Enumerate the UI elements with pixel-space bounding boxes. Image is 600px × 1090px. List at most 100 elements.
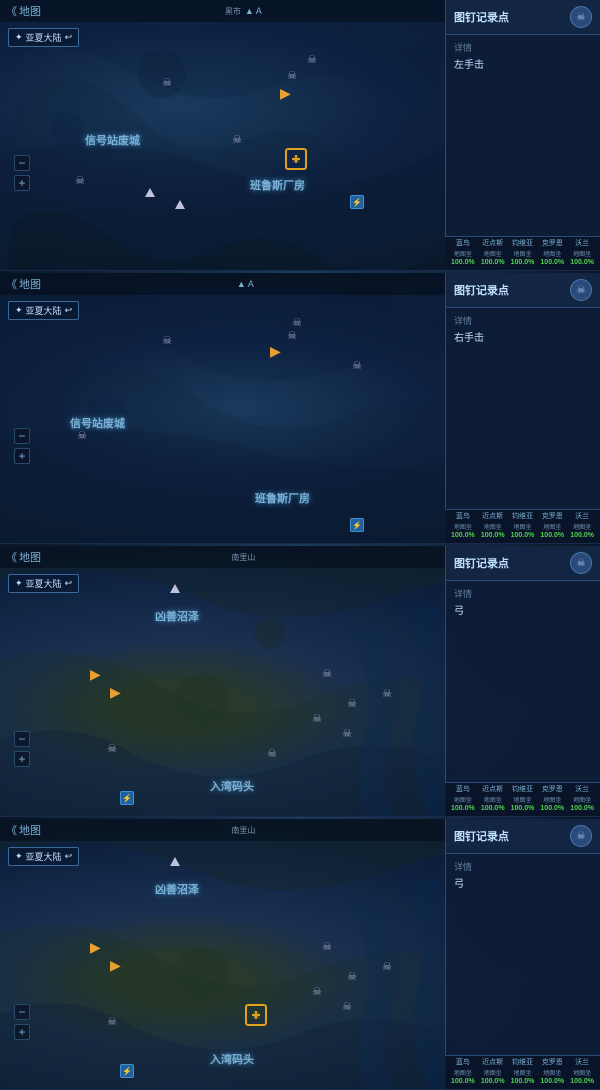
stat-sub: 地图坐 bbox=[568, 1068, 596, 1077]
stat-col: 地图坐 bbox=[538, 795, 566, 804]
stat-col: 100.0% bbox=[509, 1078, 537, 1085]
stats-names-row: 蓝鸟近点斯钧维亚克罗恩沃兰 bbox=[449, 1059, 596, 1067]
zoom-minus[interactable]: − bbox=[14, 731, 30, 747]
stat-name: 沃兰 bbox=[568, 240, 596, 248]
stat-col: 克罗恩 bbox=[538, 786, 566, 794]
region-label: 南里山 bbox=[231, 552, 255, 563]
brand-icon: ✦ bbox=[15, 578, 23, 589]
stat-col: 100.0% bbox=[538, 259, 566, 266]
stat-name: 克罗恩 bbox=[538, 1059, 566, 1067]
stat-sub: 地图坐 bbox=[479, 522, 507, 531]
brand-action[interactable]: ↩ bbox=[65, 32, 73, 43]
stat-val: 100.0% bbox=[568, 805, 596, 812]
stat-val: 100.0% bbox=[479, 1078, 507, 1085]
stat-col: 地图坐 bbox=[449, 249, 477, 258]
stat-name: 蓝鸟 bbox=[449, 240, 477, 248]
zoom-minus[interactable]: − bbox=[14, 428, 30, 444]
stat-col: 近点斯 bbox=[479, 786, 507, 794]
stat-sub: 地图坐 bbox=[479, 1068, 507, 1077]
brand-area: ✦ 亚夏大陆 ↩ bbox=[8, 847, 79, 866]
stat-col: 沃兰 bbox=[568, 240, 596, 248]
avatar-symbol: ☠ bbox=[577, 12, 586, 23]
stats-vals-row: 100.0%100.0%100.0%100.0%100.0% bbox=[449, 259, 596, 266]
stat-col: 100.0% bbox=[449, 532, 477, 539]
stat-sub: 地图坐 bbox=[538, 249, 566, 258]
map-panel-4: ☠☠☠☠☠☠☠▶▶−+⚡ 《 地图 南里山 🔧 当前坐标(-221.9,304.… bbox=[0, 819, 600, 1090]
stat-col: 蓝鸟 bbox=[449, 786, 477, 794]
stat-val: 100.0% bbox=[509, 532, 537, 539]
stat-col: 地图坐 bbox=[538, 249, 566, 258]
info-detail-value: 弓 bbox=[454, 602, 592, 617]
back-button[interactable]: 《 地图 bbox=[6, 3, 41, 19]
stats-bar: 蓝鸟近点斯钧维亚克罗恩沃兰 地图坐地图坐地图坐地图坐地图坐 100.0%100.… bbox=[445, 1055, 600, 1089]
back-icon: 《 bbox=[6, 3, 17, 19]
area-label: 入湾码头 bbox=[210, 1051, 254, 1067]
stat-val: 100.0% bbox=[449, 532, 477, 539]
stat-val: 100.0% bbox=[568, 532, 596, 539]
stat-col: 地图坐 bbox=[479, 522, 507, 531]
stat-sub: 地图坐 bbox=[479, 249, 507, 258]
info-panel-title: 图钉记录点 bbox=[454, 9, 509, 25]
map-title: 地图 bbox=[19, 3, 41, 19]
info-detail-label: 详情 bbox=[454, 314, 592, 327]
stat-val: 100.0% bbox=[538, 805, 566, 812]
stat-col: 地图坐 bbox=[568, 795, 596, 804]
avatar-symbol: ☠ bbox=[577, 831, 586, 842]
stat-col: 钧维亚 bbox=[509, 786, 537, 794]
stat-col: 100.0% bbox=[479, 532, 507, 539]
stat-col: 100.0% bbox=[449, 259, 477, 266]
stat-col: 钧维亚 bbox=[509, 240, 537, 248]
zoom-plus[interactable]: + bbox=[14, 175, 30, 191]
brand-icon: ✦ bbox=[15, 305, 23, 316]
info-body: 详情 弓 bbox=[446, 854, 600, 1064]
stat-name: 沃兰 bbox=[568, 513, 596, 521]
zoom-plus[interactable]: + bbox=[14, 1024, 30, 1040]
back-button[interactable]: 《 地图 bbox=[6, 276, 41, 292]
brand-action[interactable]: ↩ bbox=[65, 305, 73, 316]
stat-val: 100.0% bbox=[479, 805, 507, 812]
stat-sub: 地图坐 bbox=[568, 522, 596, 531]
stat-name: 蓝鸟 bbox=[449, 513, 477, 521]
stat-col: 沃兰 bbox=[568, 1059, 596, 1067]
stat-col: 地图坐 bbox=[479, 1068, 507, 1077]
stat-name: 钧维亚 bbox=[509, 513, 537, 521]
stat-name: 钧维亚 bbox=[509, 786, 537, 794]
stat-col: 地图坐 bbox=[479, 795, 507, 804]
stat-name: 克罗恩 bbox=[538, 786, 566, 794]
zoom-minus[interactable]: − bbox=[14, 155, 30, 171]
brand-action[interactable]: ↩ bbox=[65, 578, 73, 589]
back-button[interactable]: 《 地图 bbox=[6, 822, 41, 838]
map-panel-3: ☠☠☠☠☠☠☠▶▶−+⚡ 《 地图 南里山 🔧 当前坐标(-221.9,304.… bbox=[0, 546, 600, 817]
zoom-minus[interactable]: − bbox=[14, 1004, 30, 1020]
stat-col: 100.0% bbox=[449, 805, 477, 812]
back-button[interactable]: 《 地图 bbox=[6, 549, 41, 565]
info-detail-value: 左手击 bbox=[454, 56, 592, 71]
brand-logo: ✦ 亚夏大陆 ↩ bbox=[8, 847, 79, 866]
info-body: 详情 左手击 bbox=[446, 35, 600, 245]
stat-col: 沃兰 bbox=[568, 513, 596, 521]
stat-sub: 地图坐 bbox=[568, 249, 596, 258]
area-label: 凶善沼泽 bbox=[155, 881, 199, 897]
stat-sub: 地图坐 bbox=[509, 249, 537, 258]
stat-name: 近点斯 bbox=[479, 513, 507, 521]
stat-sub: 地图坐 bbox=[538, 1068, 566, 1077]
stats-sub-row: 地图坐地图坐地图坐地图坐地图坐 bbox=[449, 249, 596, 258]
stat-col: 蓝鸟 bbox=[449, 1059, 477, 1067]
stat-col: 100.0% bbox=[538, 805, 566, 812]
zoom-plus[interactable]: + bbox=[14, 448, 30, 464]
info-header: 图钉记录点 ☠ bbox=[446, 0, 600, 35]
stat-col: 地图坐 bbox=[509, 1068, 537, 1077]
stat-name: 近点斯 bbox=[479, 240, 507, 248]
stat-col: 地图坐 bbox=[509, 522, 537, 531]
back-icon: 《 bbox=[6, 822, 17, 838]
zoom-plus[interactable]: + bbox=[14, 751, 30, 767]
info-panel: 图钉记录点 ☠ 详情 弓 🗑 蓝鸟近点斯钧维亚克罗恩沃兰 地图坐地图坐地图坐地图… bbox=[445, 819, 600, 1089]
brand-action[interactable]: ↩ bbox=[65, 851, 73, 862]
stat-val: 100.0% bbox=[538, 532, 566, 539]
brand-logo: ✦ 亚夏大陆 ↩ bbox=[8, 28, 79, 47]
stat-name: 钧维亚 bbox=[509, 1059, 537, 1067]
stat-col: 地图坐 bbox=[568, 522, 596, 531]
stat-val: 100.0% bbox=[479, 259, 507, 266]
avatar-icon: ☠ bbox=[570, 552, 592, 574]
stats-bar: 蓝鸟近点斯钧维亚克罗恩沃兰 地图坐地图坐地图坐地图坐地图坐 100.0%100.… bbox=[445, 509, 600, 543]
